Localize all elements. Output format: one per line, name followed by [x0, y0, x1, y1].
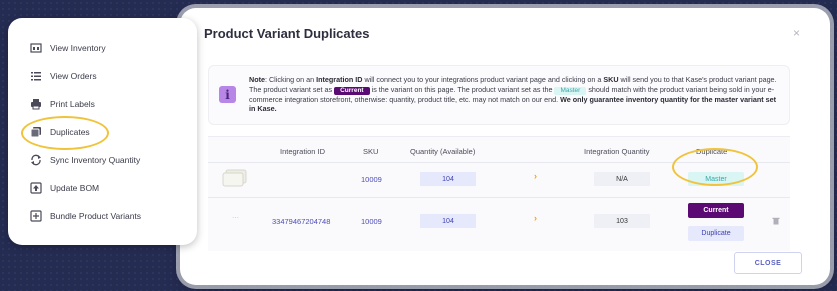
duplicates-highlight-circle [21, 116, 109, 150]
integration-id-link[interactable]: 33479467204748 [272, 217, 330, 226]
current-button[interactable]: Current [688, 203, 744, 218]
header-sku: SKU [363, 147, 379, 156]
close-icon[interactable]: × [793, 26, 800, 40]
sku-link[interactable]: 10009 [361, 175, 382, 184]
header-integration-quantity: Integration Quantity [584, 147, 650, 156]
sync-icon [30, 154, 42, 166]
menu-item-sync-inventory-quantity[interactable]: Sync Inventory Quantity [30, 152, 140, 168]
menu-item-bundle-product-variants[interactable]: Bundle Product Variants [30, 208, 141, 224]
product-variant-duplicates-modal: Product Variant Duplicates × i Note: Cli… [180, 8, 830, 285]
arrow-right-icon: › [534, 213, 537, 223]
row-divider [208, 197, 790, 198]
integration-quantity-value: 103 [594, 214, 650, 228]
info-icon: i [219, 86, 236, 103]
integration-quantity-value: N/A [594, 172, 650, 186]
product-image-icon [222, 169, 247, 187]
menu-item-print-labels[interactable]: Print Labels [30, 96, 95, 112]
sku-link[interactable]: 10009 [361, 217, 382, 226]
trash-icon[interactable] [772, 217, 780, 225]
printer-icon [30, 98, 42, 110]
menu-item-update-bom[interactable]: Update BOM [30, 180, 99, 196]
loading-icon: ⋯ [232, 215, 239, 222]
quantity-value: 104 [420, 214, 476, 228]
close-button[interactable]: CLOSE [734, 252, 802, 274]
menu-item-view-orders[interactable]: View Orders [30, 68, 97, 84]
bundle-icon [30, 210, 42, 222]
header-quantity: Quantity (Available) [410, 147, 476, 156]
list-icon [30, 70, 42, 82]
note-box: i Note: Clicking on an Integration ID wi… [208, 65, 790, 125]
master-highlight-circle [672, 148, 758, 186]
modal-title: Product Variant Duplicates [204, 26, 370, 41]
duplicate-button[interactable]: Duplicate [688, 226, 744, 241]
header-integration-id: Integration ID [280, 147, 326, 156]
menu-item-view-inventory[interactable]: View Inventory [30, 40, 106, 56]
inventory-icon [30, 42, 42, 54]
upload-icon [30, 182, 42, 194]
current-pill: Current [334, 86, 370, 95]
master-pill: Master [554, 86, 587, 95]
quantity-value: 104 [420, 172, 476, 186]
note-text: Note: Clicking on an Integration ID will… [249, 75, 777, 114]
arrow-right-icon: › [534, 171, 537, 181]
